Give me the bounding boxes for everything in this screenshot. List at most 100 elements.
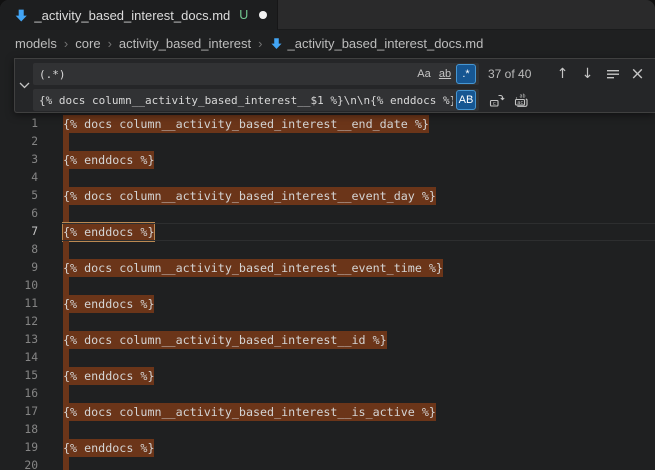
toggle-replace-button[interactable] [15, 59, 33, 112]
code-content [63, 385, 69, 403]
code-line[interactable]: 4 [0, 169, 655, 187]
regex-toggle[interactable]: .* [456, 64, 476, 84]
code-content: {% enddocs %} [63, 223, 154, 241]
line-number: 1 [0, 115, 38, 133]
code-content [63, 133, 69, 151]
line-number: 9 [0, 259, 38, 277]
code-line[interactable]: 14 [0, 349, 655, 367]
breadcrumb-item-file[interactable]: _activity_based_interest_docs.md [270, 36, 484, 51]
code-content: {% docs column__activity_based_interest_… [63, 187, 436, 205]
code-line[interactable]: 16 [0, 385, 655, 403]
selection-lines-icon [606, 68, 620, 80]
code-content [63, 457, 69, 470]
results-count: 37 of 40 [488, 67, 531, 81]
find-match-highlight [63, 313, 69, 331]
whole-word-toggle[interactable]: ab [435, 64, 455, 84]
replace-all-button[interactable]: ab ac [512, 89, 529, 111]
chevron-right-icon: › [108, 36, 112, 51]
code-line[interactable]: 6 [0, 205, 655, 223]
code-line[interactable]: 13{% docs column__activity_based_interes… [0, 331, 655, 349]
line-number: 19 [0, 439, 38, 457]
breadcrumb-file-label: _activity_based_interest_docs.md [288, 36, 484, 51]
find-match-highlight: {% enddocs %} [63, 439, 154, 457]
code-content: {% docs column__activity_based_interest_… [63, 331, 387, 349]
code-line[interactable]: 7{% enddocs %} [0, 223, 655, 241]
code-line[interactable]: 11 {% enddocs %} [0, 295, 655, 313]
line-number: 18 [0, 421, 38, 439]
line-number: 2 [0, 133, 38, 151]
tab-bar: _activity_based_interest_docs.md U [0, 0, 655, 30]
line-number: 14 [0, 349, 38, 367]
code-line[interactable]: 10 [0, 277, 655, 295]
code-content: {% docs column__activity_based_interest_… [63, 403, 436, 421]
match-case-toggle[interactable]: Aa [414, 64, 434, 84]
breadcrumb-item-core[interactable]: core [75, 36, 100, 51]
code-content: {% docs column__activity_based_interest_… [63, 115, 429, 133]
line-number: 5 [0, 187, 38, 205]
replace-input-box: AB [33, 89, 479, 111]
line-number: 15 [0, 367, 38, 385]
tab-active-file[interactable]: _activity_based_interest_docs.md U [0, 0, 278, 30]
code-line[interactable]: 19 {% enddocs %} [0, 439, 655, 457]
replace-input[interactable] [33, 89, 455, 111]
close-find-widget-button[interactable]: × [629, 63, 646, 85]
chevron-right-icon: › [64, 36, 68, 51]
line-number: 10 [0, 277, 38, 295]
line-number: 4 [0, 169, 38, 187]
code-line[interactable]: 15 {% enddocs %} [0, 367, 655, 385]
next-match-button[interactable]: ↓ [579, 63, 596, 85]
editor-pane[interactable]: 1 {% docs column__activity_based_interest… [0, 57, 655, 470]
code-content [63, 313, 69, 331]
find-match-highlight: {% enddocs %} [63, 151, 154, 169]
git-status-badge: U [239, 8, 248, 22]
code-line[interactable]: 8 [0, 241, 655, 259]
code-line[interactable]: 3{% enddocs %} [0, 151, 655, 169]
find-match-highlight [63, 349, 69, 367]
find-actions: ↑ ↓ × [554, 63, 646, 85]
code-content: {% enddocs %} [63, 151, 154, 169]
find-match-highlight: {% docs column__activity_based_interest_… [63, 259, 443, 277]
preserve-case-toggle[interactable]: AB [456, 90, 476, 110]
find-match-highlight: {% enddocs %} [63, 295, 154, 313]
find-replace-widget: Aa ab .* 37 of 40 ↑ ↓ [14, 58, 655, 113]
find-match-highlight [63, 421, 69, 439]
chevron-down-icon [19, 82, 30, 89]
tab-title: _activity_based_interest_docs.md [34, 8, 230, 23]
replace-row: AB c ab [33, 89, 529, 111]
find-match-highlight [63, 385, 69, 403]
code-content: {% enddocs %} [63, 439, 154, 457]
find-match-highlight [63, 457, 69, 470]
code-line[interactable]: 18 [0, 421, 655, 439]
code-content: {% enddocs %} [63, 367, 154, 385]
find-input[interactable] [33, 63, 413, 85]
find-match-highlight [63, 277, 69, 295]
line-number: 12 [0, 313, 38, 331]
whole-word-label: ab [439, 68, 451, 80]
code-line[interactable]: 1 {% docs column__activity_based_interest… [0, 115, 655, 133]
replace-button[interactable]: c [488, 89, 505, 111]
code-line[interactable]: 12 [0, 313, 655, 331]
svg-text:ac: ac [517, 100, 523, 106]
code-content [63, 169, 69, 187]
find-in-selection-button[interactable] [604, 63, 621, 85]
line-number: 6 [0, 205, 38, 223]
line-number: 11 [0, 295, 38, 313]
line-number: 16 [0, 385, 38, 403]
breadcrumb-item-models[interactable]: models [15, 36, 57, 51]
code-content [63, 241, 69, 259]
editor-lines: 1 {% docs column__activity_based_interest… [0, 115, 655, 470]
code-line[interactable]: 2 [0, 133, 655, 151]
markdown-file-icon [14, 8, 28, 23]
code-line[interactable]: 5 {% docs column__activity_based_interest… [0, 187, 655, 205]
breadcrumb-item-activity-based-interest[interactable]: activity_based_interest [119, 36, 251, 51]
markdown-file-icon [270, 37, 283, 50]
vscode-window: _activity_based_interest_docs.md U model… [0, 0, 655, 470]
code-line[interactable]: 17 {% docs column__activity_based_interes… [0, 403, 655, 421]
previous-match-button[interactable]: ↑ [554, 63, 571, 85]
code-line[interactable]: 20 [0, 457, 655, 470]
replace-actions: c ab ac [488, 89, 529, 111]
unsaved-changes-dot[interactable] [259, 11, 267, 19]
line-number: 17 [0, 403, 38, 421]
code-line[interactable]: 9 {% docs column__activity_based_interest… [0, 259, 655, 277]
svg-text:c: c [492, 101, 495, 107]
